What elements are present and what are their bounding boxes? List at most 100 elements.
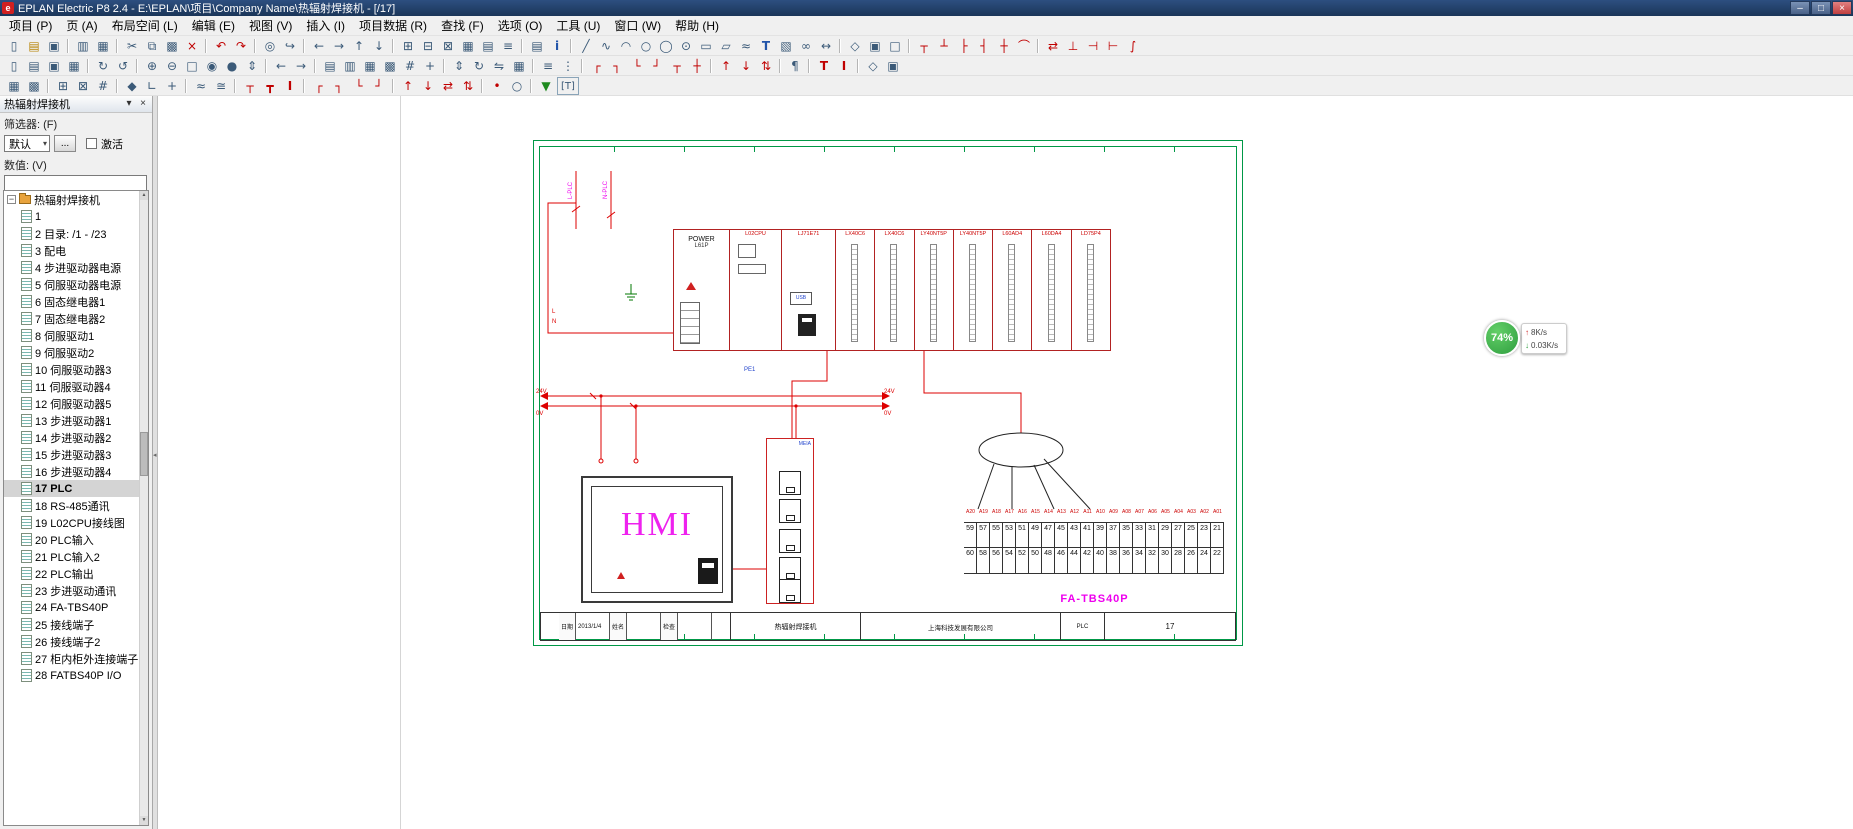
page-item-26[interactable]: 26 接线端子2 <box>4 633 148 650</box>
terminal-cell[interactable]: 41 <box>1081 522 1094 548</box>
maximize-button[interactable]: □ <box>1811 1 1831 15</box>
hmi-panel[interactable]: HMI <box>581 476 733 603</box>
cpu-module[interactable]: L02CPU <box>730 230 782 350</box>
paste-icon[interactable]: ▩ <box>163 37 181 55</box>
page-item-9[interactable]: 9 伺服驱动2 <box>4 344 148 361</box>
page-item-24[interactable]: 24 FA-TBS40P <box>4 599 148 616</box>
terminal-cell[interactable]: 55 <box>990 522 1003 548</box>
terminal-cell[interactable]: 48 <box>1042 548 1055 574</box>
panel-close-button[interactable]: × <box>136 98 150 111</box>
connection-t-down-icon[interactable]: ┬ <box>915 37 933 55</box>
panel-menu-button[interactable]: ▾ <box>122 98 136 111</box>
page-properties-icon[interactable]: ▣ <box>45 57 63 75</box>
insert-sector-icon[interactable]: ⊙ <box>677 37 695 55</box>
page-item-21[interactable]: 21 PLC输入2 <box>4 548 148 565</box>
insert-image-icon[interactable]: ▧ <box>777 37 795 55</box>
layers-icon[interactable]: ▤ <box>528 37 546 55</box>
filter-browse-button[interactable]: ... <box>54 135 76 152</box>
menu-tools[interactable]: 工具 (U) <box>549 15 607 36</box>
properties-icon[interactable]: i <box>548 37 566 55</box>
print-icon[interactable]: ▥ <box>74 37 92 55</box>
terminal-cell[interactable]: 34 <box>1133 548 1146 574</box>
page-item-27[interactable]: 27 柜内柜外连接端子 <box>4 650 148 667</box>
wire-t2-icon[interactable]: T <box>815 57 833 75</box>
dimension-icon[interactable]: ↔ <box>817 37 835 55</box>
page-item-19[interactable]: 19 L02CPU接线图 <box>4 514 148 531</box>
terminal-cell[interactable]: 25 <box>1185 522 1198 548</box>
active-checkbox[interactable] <box>86 138 97 149</box>
insert-hyperlink-icon[interactable]: ∞ <box>797 37 815 55</box>
switch-port[interactable] <box>779 579 801 603</box>
terminal-cell[interactable]: 52 <box>1016 548 1029 574</box>
up-icon[interactable]: ↑ <box>399 77 417 95</box>
terminal-cell[interactable]: 50 <box>1029 548 1042 574</box>
terminal-cell[interactable]: 21 <box>1211 522 1224 548</box>
page-down-icon[interactable]: ↓ <box>370 37 388 55</box>
align-icon[interactable]: ≡ <box>539 57 557 75</box>
i-vertical-icon[interactable]: I <box>281 77 299 95</box>
translate-icon[interactable]: [T] <box>557 77 579 95</box>
grid-toggle-icon[interactable]: # <box>401 57 419 75</box>
distribute-icon[interactable]: ⋮ <box>559 57 577 75</box>
grid-4-icon[interactable]: ▩ <box>381 57 399 75</box>
corner-sw-icon[interactable]: └ <box>350 77 368 95</box>
power-module[interactable]: POWER L61P <box>674 230 730 350</box>
terminal-cell[interactable]: 43 <box>1068 522 1081 548</box>
terminal-cell[interactable]: 22 <box>1211 548 1224 574</box>
terminal-cell[interactable]: 32 <box>1146 548 1159 574</box>
switch-port[interactable] <box>779 557 801 581</box>
goto-icon[interactable]: ↪ <box>281 37 299 55</box>
grid-3-icon[interactable]: ▦ <box>361 57 379 75</box>
delete-icon[interactable]: × <box>183 37 201 55</box>
menu-window[interactable]: 窗口 (W) <box>607 15 668 36</box>
plc-rack[interactable]: POWER L61P L02CPU LJ71E71 USB <box>673 229 1111 351</box>
switch-port[interactable] <box>779 529 801 553</box>
arrow-down-icon[interactable]: ↓ <box>737 57 755 75</box>
terminal-cell[interactable]: 27 <box>1172 522 1185 548</box>
open-page-icon[interactable]: ▤ <box>25 57 43 75</box>
regenerate-icon[interactable]: ↺ <box>114 57 132 75</box>
arrow-up-icon[interactable]: ↑ <box>717 57 735 75</box>
page-item-20[interactable]: 20 PLC输入 <box>4 531 148 548</box>
insert-circle-icon[interactable]: ○ <box>637 37 655 55</box>
connection-t-right-icon[interactable]: ├ <box>955 37 973 55</box>
splitter-collapse-icon[interactable]: ◂ <box>153 451 157 459</box>
insert-polyline-icon[interactable]: ∿ <box>597 37 615 55</box>
insert-rectangle-icon[interactable]: ▭ <box>697 37 715 55</box>
jumper-icon[interactable]: ⌒ <box>1015 37 1033 55</box>
scrollbar-thumb[interactable] <box>140 432 148 476</box>
ortho-icon[interactable]: ∟ <box>143 77 161 95</box>
interruption-point-icon[interactable]: ⇄ <box>1044 37 1062 55</box>
paragraph-icon[interactable]: ¶ <box>786 57 804 75</box>
menu-layout-space[interactable]: 布局空间 (L) <box>105 15 185 36</box>
page-item-2[interactable]: 2 目录: /1 - /23 <box>4 225 148 242</box>
terminal-cell[interactable]: 29 <box>1159 522 1172 548</box>
window-arrange-icon[interactable]: ▦ <box>5 77 23 95</box>
zoom-in-icon[interactable]: ⊕ <box>143 57 161 75</box>
insert-polygon-icon[interactable]: ▱ <box>717 37 735 55</box>
open-icon[interactable]: ▤ <box>25 37 43 55</box>
corner-se-icon[interactable]: ┘ <box>370 77 388 95</box>
zoom-window-icon[interactable]: □ <box>183 57 201 75</box>
plc-io-module[interactable]: LY40NT5P <box>915 230 954 350</box>
terminal-cell[interactable]: 44 <box>1068 548 1081 574</box>
page-item-6[interactable]: 6 固态继电器1 <box>4 293 148 310</box>
page-item-23[interactable]: 23 步进驱动通讯 <box>4 582 148 599</box>
terminal-cell[interactable]: 28 <box>1172 548 1185 574</box>
terminal-cell[interactable]: 26 <box>1185 548 1198 574</box>
corner-ne-icon[interactable]: ┐ <box>330 77 348 95</box>
parts-list-icon[interactable]: ▤ <box>479 37 497 55</box>
logic-icon[interactable]: ≈ <box>192 77 210 95</box>
tree-root-item[interactable]: − 热辐射焊接机 <box>4 191 148 208</box>
insert-arc-icon[interactable]: ◠ <box>617 37 635 55</box>
plc-io-module[interactable]: LX40C6 <box>875 230 914 350</box>
connection-t-left-icon[interactable]: ┤ <box>975 37 993 55</box>
mirror-icon[interactable]: ⇋ <box>490 57 508 75</box>
page-item-4[interactable]: 4 步进驱动器电源 <box>4 259 148 276</box>
window-tile-icon[interactable]: ▩ <box>25 77 43 95</box>
insert-symbol-icon[interactable]: ◇ <box>846 37 864 55</box>
page-back-icon[interactable]: ← <box>310 37 328 55</box>
page-up-icon[interactable]: ↑ <box>350 37 368 55</box>
insert-macro-icon[interactable]: ▣ <box>866 37 884 55</box>
macro-box-icon[interactable]: ▣ <box>884 57 902 75</box>
